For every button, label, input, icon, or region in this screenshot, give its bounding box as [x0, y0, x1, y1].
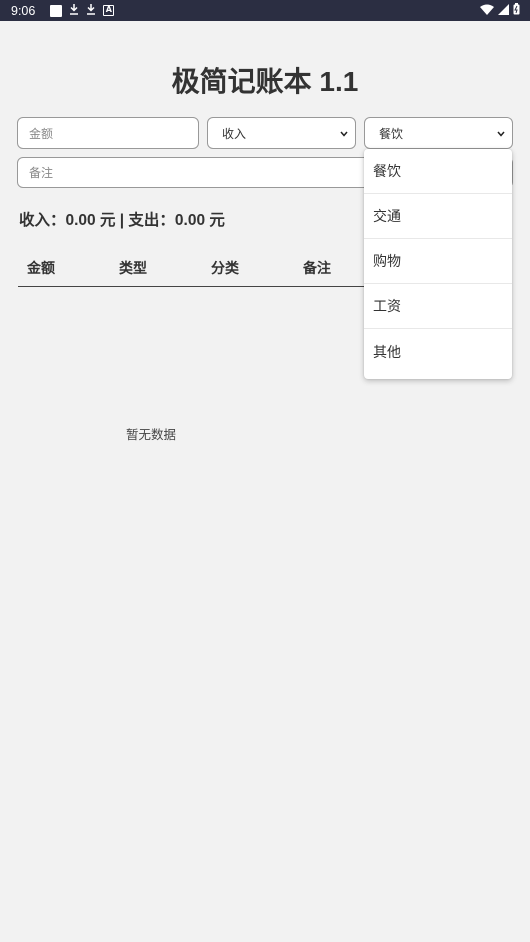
notification-square-icon	[50, 4, 63, 17]
category-dropdown-list: 餐饮 交通 购物 工资 其他	[364, 149, 512, 379]
wifi-icon	[480, 4, 494, 18]
dropdown-option[interactable]: 购物	[364, 239, 512, 284]
download-icon	[86, 3, 96, 18]
amount-input[interactable]: 金额	[17, 117, 199, 149]
type-select-value: 收入	[222, 126, 247, 141]
amount-placeholder: 金额	[29, 126, 54, 141]
type-select[interactable]: 收入	[207, 117, 356, 149]
chevron-down-icon	[497, 126, 505, 140]
chevron-down-icon	[340, 126, 348, 140]
dropdown-option[interactable]: 餐饮	[364, 149, 512, 194]
a-box-icon: A	[103, 5, 115, 16]
category-select-value: 餐饮	[379, 126, 404, 141]
status-bar: 9:06 A	[0, 0, 530, 21]
empty-state-text: 暂无数据	[126, 427, 177, 442]
dropdown-option[interactable]: 工资	[364, 284, 512, 329]
page-title: 极简记账本 1.1	[171, 66, 359, 97]
income-expense-summary: 收入：0.00 元 | 支出：0.00 元	[19, 212, 225, 229]
dropdown-option[interactable]: 其他	[364, 329, 512, 374]
header-category: 分类	[211, 261, 239, 277]
dropdown-option[interactable]: 交通	[364, 194, 512, 239]
header-amount: 金额	[27, 261, 55, 277]
category-select[interactable]: 餐饮	[364, 117, 513, 149]
battery-icon	[513, 3, 520, 18]
download-icon	[69, 3, 79, 18]
signal-icon	[498, 3, 509, 18]
header-type: 类型	[119, 261, 147, 277]
table-header: 金额 类型 分类 备注	[18, 250, 368, 287]
header-note: 备注	[303, 261, 331, 277]
note-placeholder: 备注	[29, 166, 54, 180]
status-time: 9:06	[11, 3, 36, 18]
